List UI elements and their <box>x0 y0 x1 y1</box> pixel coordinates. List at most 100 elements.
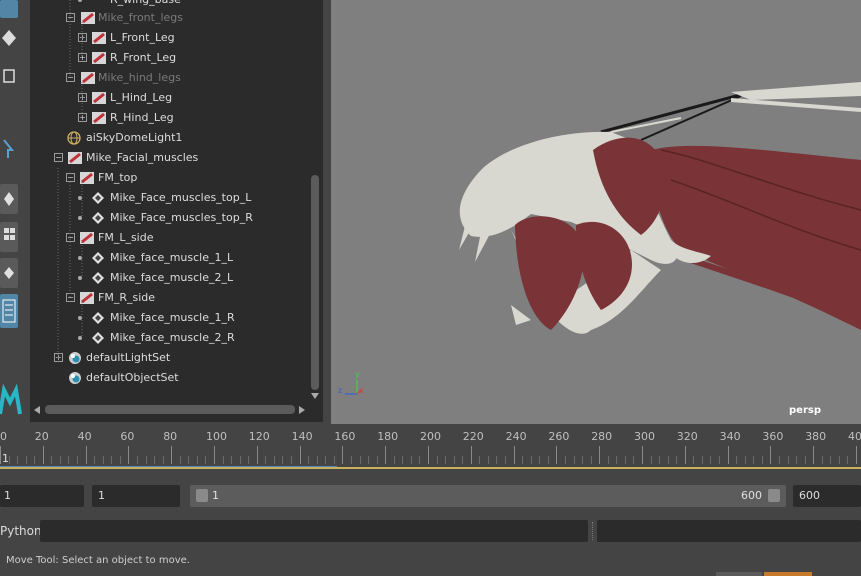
command-input[interactable] <box>40 520 588 542</box>
tick-minor <box>778 456 780 464</box>
tick-minor <box>59 456 61 464</box>
soft-select-tool-button[interactable] <box>0 134 18 164</box>
scale-tool-button[interactable] <box>0 64 18 88</box>
tick-minor <box>77 456 79 464</box>
tick-minor <box>522 456 524 464</box>
tick-minor <box>736 456 738 464</box>
command-language-toggle[interactable]: Python <box>0 520 42 542</box>
taskbar-item <box>716 572 762 576</box>
tick-label: 200 <box>420 430 441 443</box>
tick-minor <box>282 456 284 464</box>
tick-mark <box>0 446 1 464</box>
tick-label: 0 <box>0 430 7 443</box>
tick-minor <box>188 456 190 464</box>
tick-minor <box>701 456 703 464</box>
tick-minor <box>650 456 652 464</box>
camera-label: persp <box>789 405 821 416</box>
persp-viewport[interactable]: y z x persp <box>331 0 861 424</box>
move-tool-button[interactable] <box>0 26 18 52</box>
tick-minor <box>710 456 712 464</box>
animation-end-field[interactable]: 600 <box>793 485 861 507</box>
tick-minor <box>368 456 370 464</box>
select-tool-button[interactable] <box>0 0 18 18</box>
tick-mark <box>256 446 258 464</box>
range-end-handle[interactable] <box>768 489 780 502</box>
tick-label: 380 <box>805 430 827 443</box>
tick-mark <box>385 446 387 464</box>
tick-minor <box>291 456 293 464</box>
tick-mark <box>171 446 173 464</box>
tick-minor <box>719 456 721 464</box>
help-line: Move Tool: Select an object to move. <box>0 550 861 572</box>
playback-start-value: 1 <box>98 489 105 502</box>
layout-two-button[interactable] <box>0 258 18 288</box>
tick-mark <box>513 446 515 464</box>
time-slider[interactable]: 0 20 40 60 80 100 120 140 160 180 200 220 240 260 280 3… <box>0 426 861 470</box>
grid-icon <box>4 228 15 240</box>
tick-label: 240 <box>505 430 527 443</box>
tick-minor <box>573 456 575 464</box>
layout-single-button[interactable] <box>0 184 18 214</box>
tick-minor <box>265 456 267 464</box>
tick-label: 300 <box>634 430 655 443</box>
tick-minor <box>744 456 746 464</box>
tick-minor <box>445 456 447 464</box>
tick-label: 120 <box>248 430 270 443</box>
tick-label: 80 <box>163 430 178 443</box>
tick-minor <box>436 456 438 464</box>
tick-label: 320 <box>676 430 698 443</box>
tick-minor <box>179 456 181 464</box>
tick-minor <box>633 456 635 464</box>
scroll-down-icon[interactable] <box>310 392 320 400</box>
tick-minor <box>479 456 481 464</box>
tick-minor <box>787 456 789 464</box>
tick-minor <box>102 456 104 464</box>
tick-minor <box>34 456 36 464</box>
outliner-vertical-scrollbar[interactable] <box>311 175 319 390</box>
tick-minor <box>676 456 678 464</box>
tick-minor <box>659 456 661 464</box>
scroll-right-icon[interactable] <box>298 405 306 415</box>
tick-minor <box>248 456 250 464</box>
tick-minor <box>410 456 412 464</box>
tick-label: 360 <box>762 430 784 443</box>
tick-minor <box>607 456 609 464</box>
animation-end-value: 600 <box>799 489 820 502</box>
scroll-left-icon[interactable] <box>33 405 41 415</box>
tick-label: 60 <box>120 430 135 443</box>
range-start-handle[interactable] <box>196 489 208 502</box>
tick-minor <box>761 456 763 464</box>
playback-start-field[interactable]: 1 <box>92 485 180 507</box>
tick-mark <box>556 446 558 464</box>
layout-four-button[interactable] <box>0 222 18 252</box>
layout-icon <box>4 192 14 206</box>
split-icon <box>4 267 14 279</box>
animation-start-field[interactable]: 1 <box>0 485 84 507</box>
tick-mark <box>85 446 87 464</box>
tick-minor <box>393 456 395 464</box>
tick-mark <box>128 446 130 464</box>
range-slider[interactable]: 1 600 <box>190 485 786 507</box>
tick-minor <box>231 456 233 464</box>
help-text: Move Tool: Select an object to move. <box>6 555 190 566</box>
maya-logo-icon <box>0 383 22 415</box>
tick-mark <box>856 446 857 464</box>
tree-guides <box>57 0 83 358</box>
tick-minor <box>796 456 798 464</box>
outliner-layout-button[interactable] <box>0 294 18 328</box>
skeleton-render <box>459 82 861 334</box>
tick-minor <box>419 456 421 464</box>
tick-mark <box>813 446 815 464</box>
tick-minor <box>539 456 541 464</box>
tick-minor <box>496 456 498 464</box>
tick-minor <box>325 456 327 464</box>
tool-box <box>0 0 24 430</box>
outliner-horizontal-scrollbar[interactable] <box>45 405 295 414</box>
tick-minor <box>136 456 138 464</box>
tick-label: 340 <box>719 430 741 443</box>
tick-minor <box>804 456 806 464</box>
tick-label: 260 <box>548 430 570 443</box>
tick-mark <box>214 446 215 464</box>
tick-minor <box>196 456 198 464</box>
command-divider[interactable] <box>592 522 595 540</box>
